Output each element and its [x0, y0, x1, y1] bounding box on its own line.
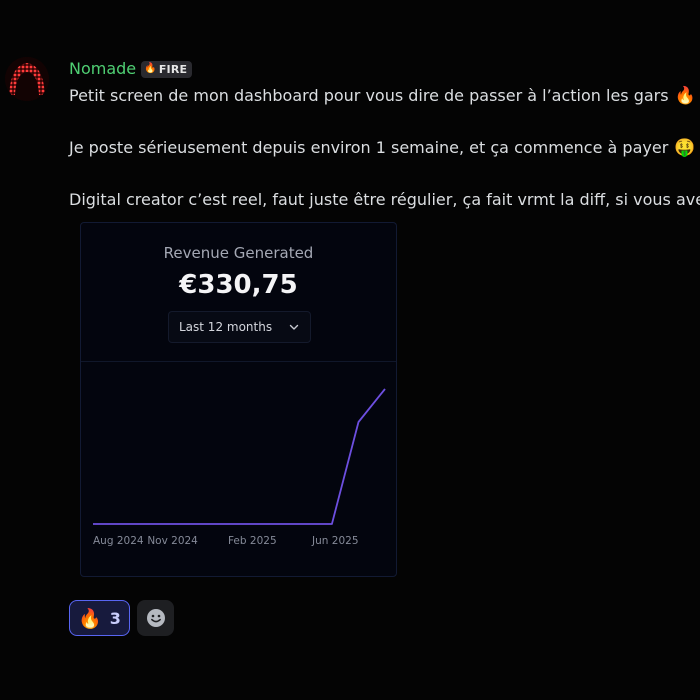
message-text: Petit screen de mon dashboard pour vous … — [69, 86, 669, 105]
revenue-series-line — [93, 388, 386, 525]
fire-icon: 🔥 — [144, 63, 157, 74]
message-line: Petit screen de mon dashboard pour vous … — [69, 85, 696, 107]
dashboard-screenshot[interactable]: Revenue Generated €330,75 Last 12 months… — [80, 222, 397, 577]
role-tag[interactable]: 🔥 FIRE — [141, 60, 193, 78]
message-line: Digital creator c’est reel, faut juste ê… — [69, 189, 700, 211]
fire-icon: 🔥 — [78, 607, 102, 630]
reaction-count: 3 — [109, 608, 121, 628]
add-reaction-smiley-icon — [146, 609, 165, 627]
x-tick-label: Jun 2025 — [311, 535, 358, 547]
message-text: Digital creator c’est reel, faut juste ê… — [69, 190, 700, 209]
avatar-image — [5, 57, 49, 101]
reactions-bar: 🔥 3 — [69, 600, 174, 636]
x-tick-label: Aug 2024 — [93, 535, 144, 547]
revenue-chart: Aug 2024 Nov 2024 Feb 2025 Jun 2025 — [93, 388, 386, 547]
username[interactable]: Nomade — [69, 58, 136, 80]
message-line: Je poste sérieusement depuis environ 1 s… — [69, 137, 695, 159]
x-tick-label: Feb 2025 — [228, 535, 277, 547]
role-tag-label: FIRE — [158, 62, 188, 76]
avatar[interactable] — [5, 57, 49, 101]
message-text: Je poste sérieusement depuis environ 1 s… — [69, 138, 669, 157]
add-reaction-button[interactable] — [137, 600, 174, 636]
money-mouth-emoji-icon: 🤑 — [674, 138, 696, 158]
x-tick-label: Nov 2024 — [147, 535, 198, 547]
message-header: Nomade 🔥 FIRE — [69, 58, 193, 80]
reaction-fire[interactable]: 🔥 3 — [69, 600, 130, 636]
fire-emoji-icon: 🔥 — [674, 86, 696, 106]
